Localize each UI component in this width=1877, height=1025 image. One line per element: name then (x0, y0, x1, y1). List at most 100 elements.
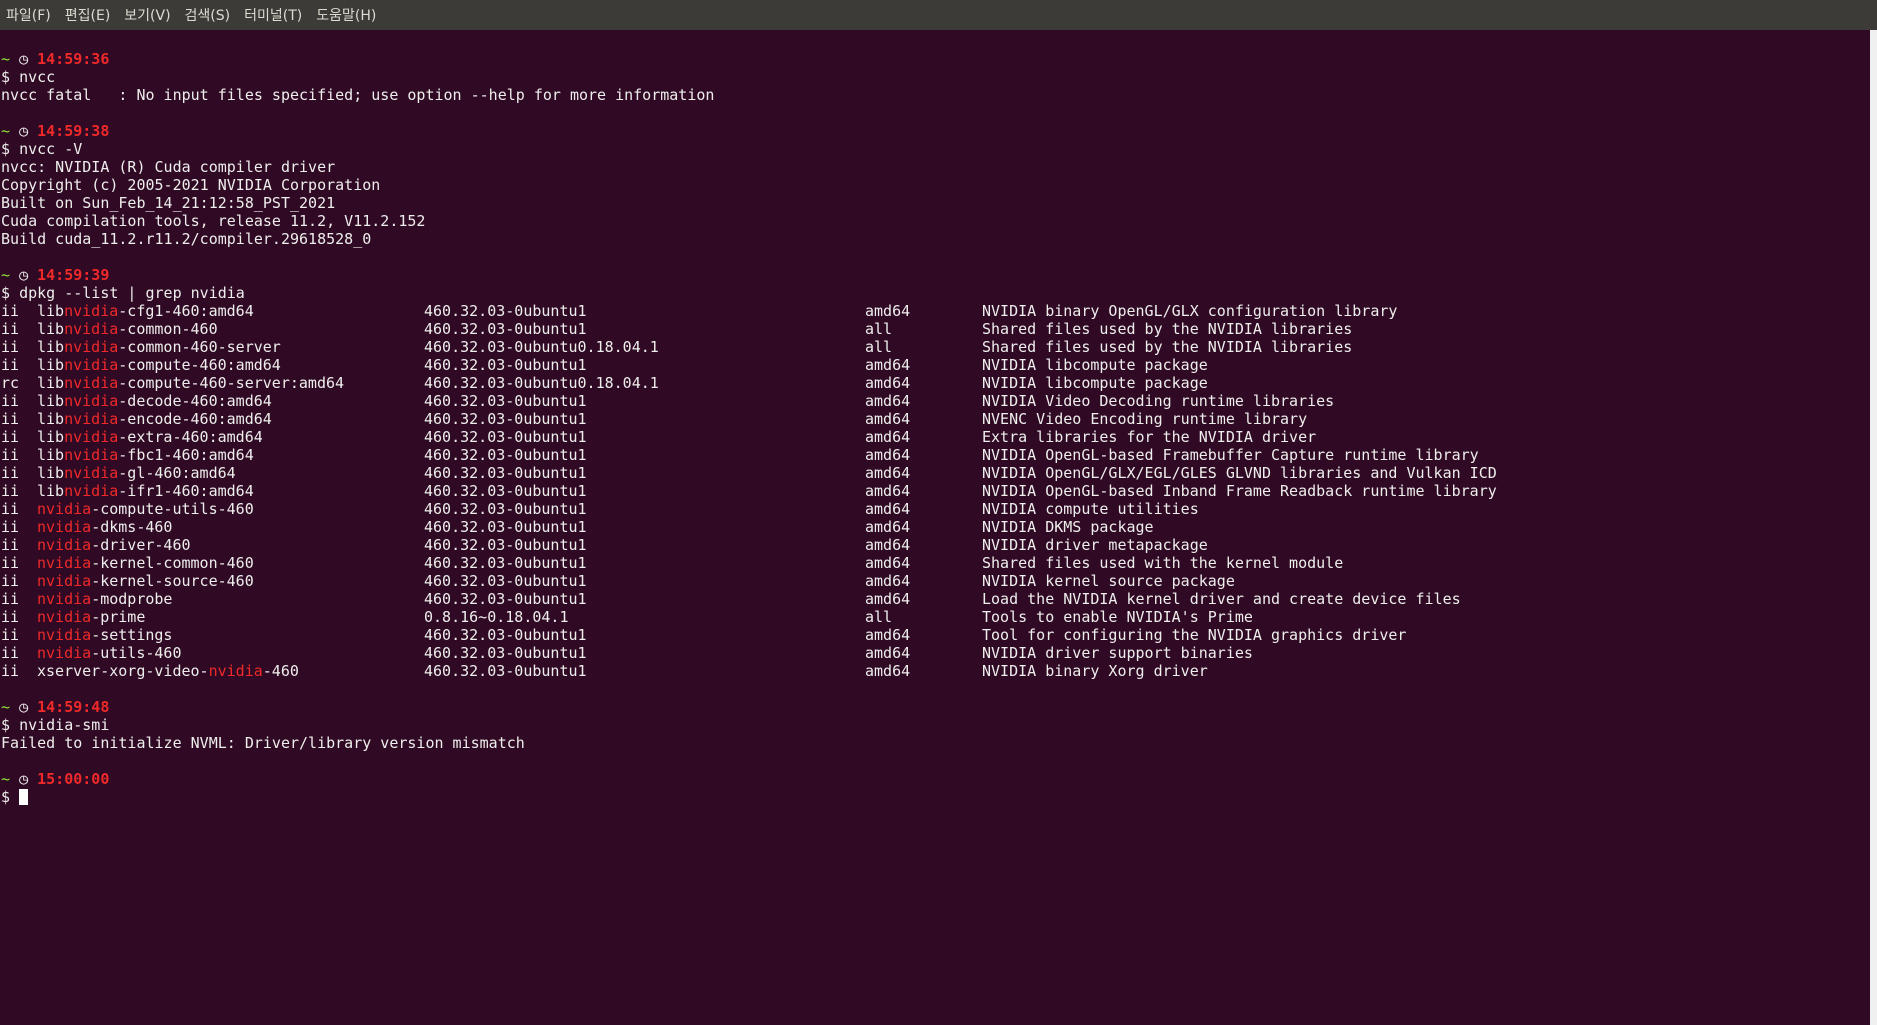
package-arch: amd64 (865, 410, 911, 428)
prompt-time: 14:59:39 (37, 266, 110, 284)
package-name: nvidia-prime (37, 608, 146, 626)
terminal-output[interactable]: ~ ◷ 14:59:36 $ nvcc nvcc fatal : No input … (0, 30, 1870, 1025)
package-status: ii (1, 626, 20, 644)
package-row: ii nvidia-kernel-common-460 460.32.03-0ubu… (1, 554, 1343, 572)
prompt-header: ~ ◷ 15:00:00 (1, 770, 714, 788)
package-row: ii nvidia-driver-460 460.32.03-0ubuntu1 amd… (1, 536, 1208, 554)
package-version: 460.32.03-0ubuntu1 (424, 392, 587, 410)
terminal-lines: ~ ◷ 14:59:36 $ nvcc nvcc fatal : No input … (1, 50, 1497, 806)
package-name: xserver-xorg-video-nvidia-460 (37, 662, 299, 680)
package-version: 460.32.03-0ubuntu1 (424, 500, 587, 518)
prompt-header: ~ ◷ 14:59:39 (1, 266, 714, 284)
package-version: 460.32.03-0ubuntu1 (424, 572, 587, 590)
package-description: Tools to enable NVIDIA's Prime (982, 608, 1253, 626)
menu-item[interactable]: 파일(F) (6, 5, 51, 25)
scrollbar[interactable] (1870, 30, 1877, 1025)
text-cursor[interactable] (19, 789, 29, 805)
package-arch: amd64 (865, 482, 911, 500)
grep-match: nvidia (64, 428, 119, 446)
package-row: ii nvidia-kernel-source-460 460.32.03-0ubu… (1, 572, 1235, 590)
grep-match: nvidia (37, 518, 92, 536)
package-status: ii (1, 464, 20, 482)
package-description: NVIDIA OpenGL-based Inband Frame Readbac… (982, 482, 1497, 500)
prompt-symbol: $ (1, 284, 11, 302)
prompt-symbol: $ (1, 716, 11, 734)
package-arch: amd64 (865, 356, 911, 374)
menu-item[interactable]: 도움말(H) (316, 5, 376, 25)
grep-match: nvidia (37, 500, 92, 518)
package-description: Extra libraries for the NVIDIA driver (982, 428, 1317, 446)
package-version: 460.32.03-0ubuntu1 (424, 644, 587, 662)
package-status: ii (1, 500, 20, 518)
menu-item[interactable]: 검색(S) (185, 5, 231, 25)
output-line: Build cuda_11.2.r11.2/compiler.29618528_… (1, 230, 372, 248)
package-status: ii (1, 356, 20, 374)
package-status: ii (1, 302, 20, 320)
grep-match: nvidia (37, 626, 92, 644)
grep-match: nvidia (64, 392, 119, 410)
menu-item[interactable]: 편집(E) (65, 5, 111, 25)
package-row: ii libnvidia-common-460-server 460.32.03-0… (1, 338, 1352, 356)
package-version: 460.32.03-0ubuntu1 (424, 410, 587, 428)
package-row: ii nvidia-dkms-460 460.32.03-0ubuntu1 amd64… (1, 518, 1154, 536)
package-status: ii (1, 554, 20, 572)
prompt-symbol: $ (1, 68, 11, 86)
prompt-symbol: $ (1, 140, 11, 158)
grep-match: nvidia (208, 662, 263, 680)
menu-item[interactable]: 보기(V) (124, 5, 170, 25)
output-line: Copyright (c) 2005-2021 NVIDIA Corporati… (1, 176, 381, 194)
grep-match: nvidia (64, 338, 119, 356)
package-description: NVIDIA binary OpenGL/GLX configuration l… (982, 302, 1398, 320)
command-line: $ dpkg --list | grep nvidia (1, 284, 714, 302)
package-arch: amd64 (865, 446, 911, 464)
package-arch: amd64 (865, 536, 911, 554)
package-version: 460.32.03-0ubuntu1 (424, 320, 587, 338)
package-status: rc (1, 374, 20, 392)
grep-match: nvidia (64, 446, 119, 464)
output-line: nvcc: NVIDIA (R) Cuda compiler driver (1, 158, 336, 176)
package-name: libnvidia-extra-460:amd64 (37, 428, 263, 446)
prompt-header: ~ ◷ 14:59:48 (1, 698, 714, 716)
package-name: nvidia-driver-460 (37, 536, 191, 554)
package-name: libnvidia-decode-460:amd64 (37, 392, 272, 410)
package-status: ii (1, 662, 20, 680)
package-description: NVIDIA binary Xorg driver (982, 662, 1208, 680)
prompt-cwd: ~ (1, 266, 11, 284)
grep-match: nvidia (37, 572, 92, 590)
command-line: $ nvcc (1, 68, 714, 86)
package-name: libnvidia-fbc1-460:amd64 (37, 446, 254, 464)
grep-match: nvidia (37, 590, 92, 608)
package-arch: amd64 (865, 428, 911, 446)
package-status: ii (1, 482, 20, 500)
package-description: NVIDIA Video Decoding runtime libraries (982, 392, 1335, 410)
grep-match: nvidia (37, 554, 92, 572)
package-name: nvidia-kernel-common-460 (37, 554, 254, 572)
package-row: ii libnvidia-extra-460:amd64 460.32.03-0ub… (1, 428, 1316, 446)
package-row: ii libnvidia-fbc1-460:amd64 460.32.03-0ubu… (1, 446, 1479, 464)
package-arch: all (865, 320, 893, 338)
package-description: NVIDIA OpenGL/GLX/EGL/GLES GLVND librari… (982, 464, 1497, 482)
grep-match: nvidia (37, 536, 92, 554)
command-line: $ nvcc -V (1, 140, 714, 158)
command-text: nvcc (19, 68, 56, 86)
grep-match: nvidia (37, 644, 92, 662)
clock-icon: ◷ (19, 122, 29, 140)
package-status: ii (1, 338, 20, 356)
package-name: libnvidia-ifr1-460:amd64 (37, 482, 254, 500)
command-text: dpkg --list | grep nvidia (19, 284, 245, 302)
command-text: nvidia-smi (19, 716, 110, 734)
package-name: nvidia-compute-utils-460 (37, 500, 254, 518)
clock-icon: ◷ (19, 266, 29, 284)
clock-icon: ◷ (19, 698, 29, 716)
package-name: nvidia-dkms-460 (37, 518, 173, 536)
package-name: libnvidia-gl-460:amd64 (37, 464, 236, 482)
package-name: libnvidia-compute-460-server:amd64 (37, 374, 345, 392)
package-arch: amd64 (865, 374, 911, 392)
package-status: ii (1, 608, 20, 626)
menu-bar: 파일(F) 편집(E) 보기(V) 검색(S) 터미널(T) 도움말(H) (0, 0, 1877, 30)
package-arch: all (865, 338, 893, 356)
menu-item[interactable]: 터미널(T) (244, 5, 302, 25)
package-name: nvidia-kernel-source-460 (37, 572, 254, 590)
